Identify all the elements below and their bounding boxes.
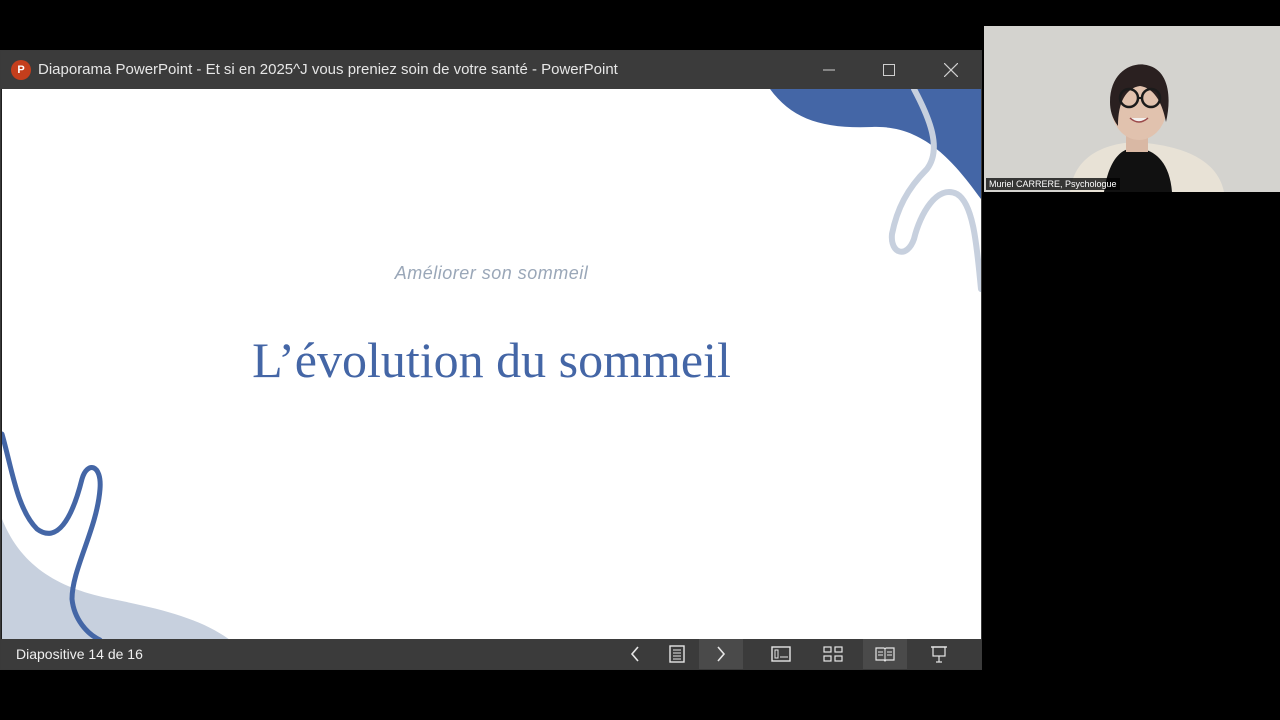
participant-name-label: Muriel CARRERE, Psychologue [986, 178, 1120, 190]
title-bar[interactable]: P Diaporama PowerPoint - Et si en 2025^J… [1, 51, 981, 89]
previous-slide-button[interactable] [613, 639, 657, 669]
chevron-left-icon [630, 646, 639, 662]
minimize-button[interactable] [799, 51, 859, 89]
next-slide-button[interactable] [699, 639, 743, 669]
maximize-icon [883, 64, 895, 76]
close-icon [944, 63, 958, 77]
slide-subtitle: Améliorer son sommeil [394, 263, 589, 283]
close-button[interactable] [921, 51, 981, 89]
slide-title: L’évolution du sommeil [252, 332, 731, 388]
reading-view-button[interactable] [863, 639, 907, 669]
slide-counter: Diapositive 14 de 16 [16, 646, 143, 662]
slideshow-button[interactable] [917, 639, 961, 669]
normal-view-button[interactable] [759, 639, 803, 669]
webcam-feed: Muriel CARRERE, Psychologue [984, 26, 1280, 192]
notes-icon [669, 645, 685, 663]
minimize-icon [823, 69, 835, 71]
reading-view-icon [875, 647, 895, 662]
slideshow-status-bar: Diapositive 14 de 16 [1, 639, 981, 669]
window-title: Diaporama PowerPoint - Et si en 2025^J v… [38, 61, 618, 78]
slide-sorter-button[interactable] [811, 639, 855, 669]
chevron-right-icon [717, 646, 726, 662]
slide[interactable]: Améliorer son sommeil L’évolution du som… [2, 89, 981, 640]
presenter-video [984, 26, 1280, 192]
slideshow-icon [931, 646, 947, 663]
maximize-button[interactable] [859, 51, 919, 89]
powerpoint-slideshow-window: P Diaporama PowerPoint - Et si en 2025^J… [0, 50, 982, 670]
notes-button[interactable] [655, 639, 699, 669]
normal-view-icon [771, 646, 791, 662]
slide-sorter-icon [823, 646, 843, 662]
powerpoint-icon: P [11, 60, 31, 80]
